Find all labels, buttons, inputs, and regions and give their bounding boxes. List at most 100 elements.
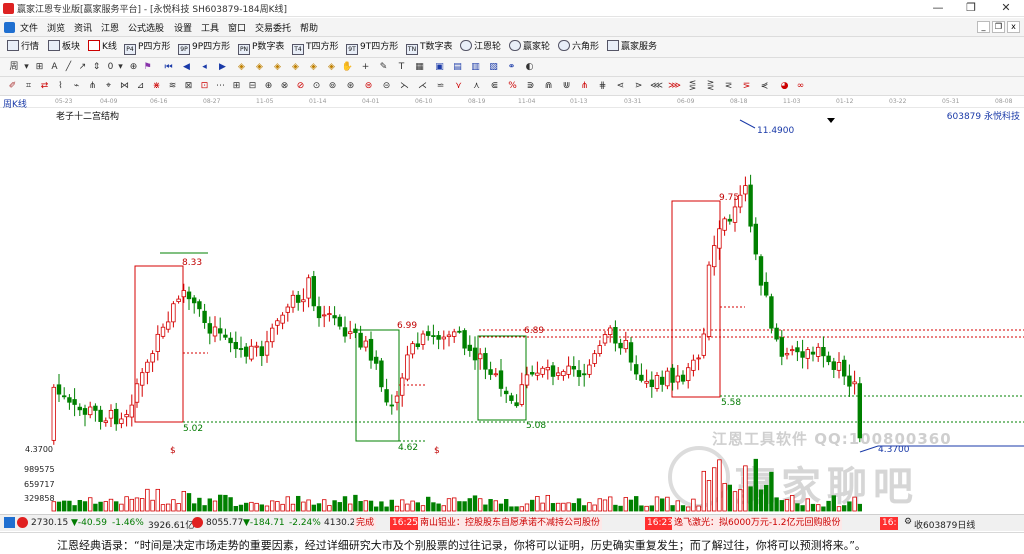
- tool-9-icon[interactable]: ⊿: [134, 80, 147, 93]
- menu-browse[interactable]: 浏览: [47, 21, 65, 34]
- toolbar-kline-button[interactable]: K线: [88, 40, 117, 55]
- tool-46-icon[interactable]: ◕: [778, 80, 791, 93]
- news-headline[interactable]: 逸飞激光：拟6000万元-1.2亿元回购股份: [672, 517, 843, 530]
- cursor-icon[interactable]: ⊕: [127, 61, 140, 74]
- tool-37-icon[interactable]: ⋖: [614, 80, 627, 93]
- tool-45-icon[interactable]: ⋞: [758, 80, 771, 93]
- flag-icon[interactable]: ⚑: [141, 61, 154, 74]
- tool-26-icon[interactable]: ⋌: [416, 80, 429, 93]
- tool-13-icon[interactable]: ⊡: [198, 80, 211, 93]
- menu-formula[interactable]: 公式选股: [128, 21, 164, 34]
- text-icon[interactable]: A: [48, 61, 61, 74]
- tool-15-icon[interactable]: ⊞: [230, 80, 243, 93]
- tool-10-icon[interactable]: ⋇: [150, 80, 163, 93]
- tool-25-icon[interactable]: ⋋: [398, 80, 411, 93]
- toolbar-hexagon-button[interactable]: 六角形: [558, 40, 599, 55]
- tool-19-icon[interactable]: ⊘: [294, 80, 307, 93]
- crosshair-icon[interactable]: +: [359, 61, 372, 74]
- tool-7-icon[interactable]: ⌖: [102, 80, 115, 93]
- text-tool-icon[interactable]: T: [395, 61, 408, 74]
- tool-39-icon[interactable]: ⋘: [650, 80, 663, 93]
- up-down-icon[interactable]: ⇕: [90, 61, 103, 74]
- tool-23-icon[interactable]: ⊜: [362, 80, 375, 93]
- calc-icon[interactable]: ▣: [433, 61, 446, 74]
- tool-6-icon[interactable]: ⋔: [86, 80, 99, 93]
- tool-36-icon[interactable]: ⋕: [596, 80, 609, 93]
- diamond-5-icon[interactable]: ◈: [307, 61, 320, 74]
- close-button[interactable]: ✕: [990, 0, 1022, 16]
- tool-18-icon[interactable]: ⊗: [278, 80, 291, 93]
- mdi-restore-button[interactable]: ❐: [992, 21, 1005, 33]
- next-page-icon[interactable]: ▶: [216, 61, 229, 74]
- tool-41-icon[interactable]: ⋚: [686, 80, 699, 93]
- arrow-icon[interactable]: ↗: [76, 61, 89, 74]
- tool-11-icon[interactable]: ≋: [166, 80, 179, 93]
- pen-icon[interactable]: ✎: [377, 61, 390, 74]
- toolbar-quote-button[interactable]: 行情: [7, 40, 39, 55]
- save-icon[interactable]: ▤: [451, 61, 464, 74]
- dropdown-icon[interactable]: ▾: [114, 61, 127, 74]
- diamond-4-icon[interactable]: ◈: [289, 61, 302, 74]
- link-icon[interactable]: ⚭: [505, 61, 518, 74]
- menu-trade[interactable]: 交易委托: [255, 21, 291, 34]
- settings-icon[interactable]: ⚙: [904, 517, 912, 527]
- menu-file[interactable]: 文件: [20, 21, 38, 34]
- tool-8-icon[interactable]: ⋈: [118, 80, 131, 93]
- hand-icon[interactable]: ✋: [341, 61, 354, 74]
- tool-32-icon[interactable]: ⋑: [524, 80, 537, 93]
- tool-24-icon[interactable]: ⊝: [380, 80, 393, 93]
- tool-3-icon[interactable]: ⇄: [38, 80, 51, 93]
- tool-38-icon[interactable]: ⋗: [632, 80, 645, 93]
- tool-44-icon[interactable]: ⋝: [740, 80, 753, 93]
- tool-42-icon[interactable]: ⋛: [704, 80, 717, 93]
- toolbar-p-table-button[interactable]: PN P数字表: [238, 40, 284, 55]
- toolbar-sector-button[interactable]: 板块: [48, 40, 80, 55]
- print-icon[interactable]: ▧: [487, 61, 500, 74]
- news-headline[interactable]: 南山铝业：控股股东自愿承诺不减持公司股份: [418, 517, 603, 530]
- tool-29-icon[interactable]: ⋏: [470, 80, 483, 93]
- diamond-3-icon[interactable]: ◈: [271, 61, 284, 74]
- menu-gann[interactable]: 江恩: [101, 21, 119, 34]
- minimize-button[interactable]: —: [922, 0, 954, 16]
- list-icon[interactable]: ▥: [469, 61, 482, 74]
- toolbar-9p-square-button[interactable]: 9P 9P四方形: [178, 40, 230, 55]
- line-icon[interactable]: ╱: [62, 61, 75, 74]
- menu-window[interactable]: 窗口: [228, 21, 246, 34]
- toolbar-9t-square-button[interactable]: 9T 9T四方形: [346, 40, 398, 55]
- toolbar-t-square-button[interactable]: T4 T四方形: [292, 40, 339, 55]
- tool-4-icon[interactable]: ⌇: [54, 80, 67, 93]
- grid-icon[interactable]: ▦: [413, 61, 426, 74]
- kline-chart[interactable]: 8.33 5.02 6.99 4.62 6.89 5.08 9.75 11.49…: [0, 109, 1024, 514]
- tool-20-icon[interactable]: ⊙: [310, 80, 323, 93]
- diamond-6-icon[interactable]: ◈: [325, 61, 338, 74]
- tool-14-icon[interactable]: ⋯: [214, 80, 227, 93]
- pencil-icon[interactable]: ✐: [6, 80, 19, 93]
- toolbar-winner-wheel-button[interactable]: 赢家轮: [509, 40, 550, 55]
- prev-page-icon[interactable]: ◀: [180, 61, 193, 74]
- system-menu-icon[interactable]: [4, 22, 15, 33]
- tool-16-icon[interactable]: ⊟: [246, 80, 259, 93]
- prev-icon[interactable]: ◂: [198, 61, 211, 74]
- tool-28-icon[interactable]: ⋎: [452, 80, 465, 93]
- mdi-close-button[interactable]: x: [1007, 21, 1020, 33]
- mdi-minimize-button[interactable]: _: [977, 21, 990, 33]
- tool-40-icon[interactable]: ⋙: [668, 80, 681, 93]
- zoom-icon[interactable]: ⊞: [33, 61, 46, 74]
- tool-17-icon[interactable]: ⊕: [262, 80, 275, 93]
- tool-27-icon[interactable]: ⋍: [434, 80, 447, 93]
- menu-info[interactable]: 资讯: [74, 21, 92, 34]
- grid-status-icon[interactable]: [4, 517, 15, 528]
- diamond-1-icon[interactable]: ◈: [235, 61, 248, 74]
- tool-5-icon[interactable]: ⌁: [70, 80, 83, 93]
- toolbar-t-table-button[interactable]: TN T数字表: [406, 40, 453, 55]
- menu-help[interactable]: 帮助: [300, 21, 318, 34]
- tool-35-icon[interactable]: ⋔: [578, 80, 591, 93]
- diamond-2-icon[interactable]: ◈: [253, 61, 266, 74]
- menu-settings[interactable]: 设置: [174, 21, 192, 34]
- tool-33-icon[interactable]: ⋒: [542, 80, 555, 93]
- tool-43-icon[interactable]: ⋜: [722, 80, 735, 93]
- tool-21-icon[interactable]: ⊚: [326, 80, 339, 93]
- toolbar-service-button[interactable]: 赢家服务: [607, 40, 657, 55]
- chevron-down-icon[interactable]: [827, 118, 835, 123]
- tool-22-icon[interactable]: ⊛: [344, 80, 357, 93]
